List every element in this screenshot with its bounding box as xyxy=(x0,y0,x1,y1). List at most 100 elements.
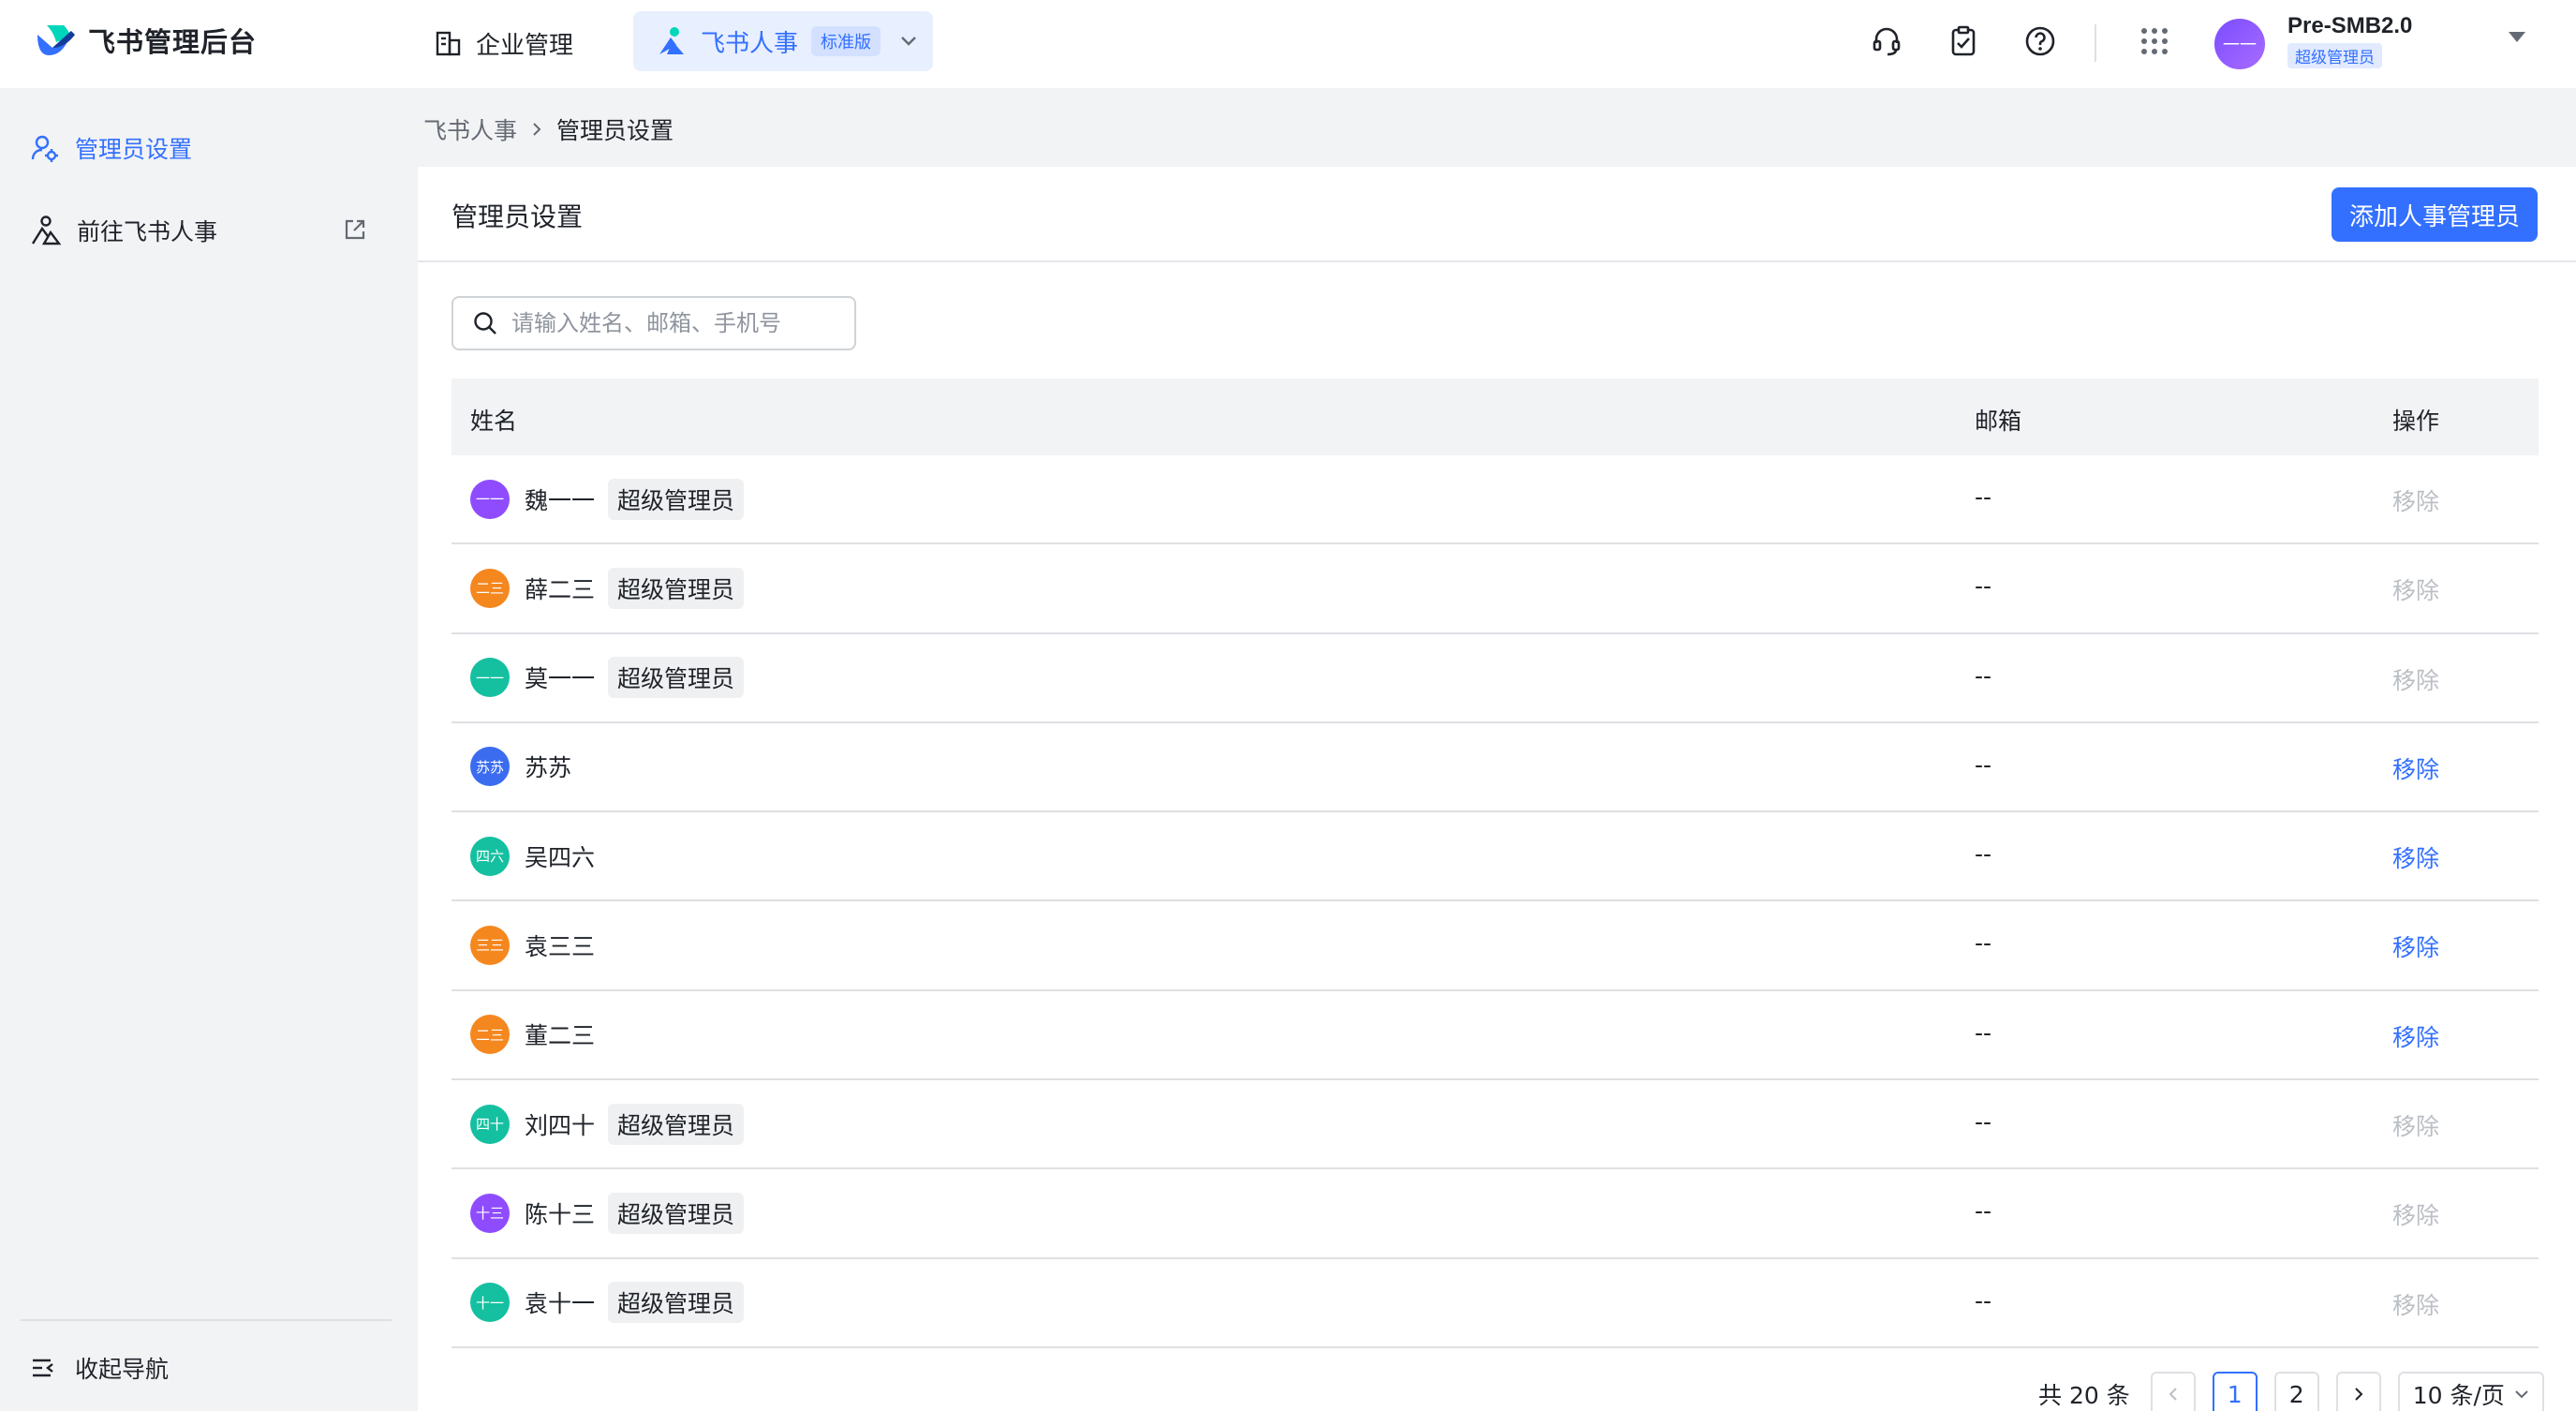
remove-button: 移除 xyxy=(2392,1202,2440,1230)
table-row: 四六 吴四六 -- 移除 xyxy=(452,812,2539,902)
breadcrumb-parent[interactable]: 飞书人事 xyxy=(423,112,517,146)
col-header-email: 邮箱 xyxy=(1975,408,2022,435)
role-tag: 超级管理员 xyxy=(608,1103,745,1145)
avatar: 十一 xyxy=(470,1283,510,1323)
collapse-nav-label: 收起导航 xyxy=(75,1356,170,1383)
user-name: 刘四十 xyxy=(525,1111,596,1139)
pagination: 共 20 条 1 2 10 条/页 xyxy=(2038,1372,2544,1411)
remove-button[interactable]: 移除 xyxy=(2392,929,2439,963)
sidebar-item-go-feishu-people[interactable]: 前往飞书人事 xyxy=(0,201,405,260)
sidebar-item-admin-settings[interactable]: 管理员设置 xyxy=(0,118,405,178)
chevron-down-icon xyxy=(901,37,916,46)
sidebar-item-label: 前往飞书人事 xyxy=(77,218,218,245)
app-name: 飞书人事 xyxy=(701,29,799,58)
page-button-2[interactable]: 2 xyxy=(2273,1372,2319,1411)
page-size-select[interactable]: 10 条/页 xyxy=(2397,1372,2544,1411)
cell-email: -- xyxy=(1975,572,1992,601)
cell-name: 三三 袁三三 xyxy=(470,901,595,988)
task-list-icon[interactable] xyxy=(1943,21,1984,62)
role-tag: 超级管理员 xyxy=(608,657,745,699)
user-name: 袁十一 xyxy=(525,1290,596,1318)
caret-down-icon[interactable] xyxy=(2509,32,2525,42)
role-tag: 超级管理员 xyxy=(608,478,745,520)
nav-enterprise-management[interactable]: 企业管理 xyxy=(435,21,573,66)
table-row: 二三 薛二三 超级管理员 -- 移除 xyxy=(452,544,2539,634)
people-app-icon xyxy=(31,215,62,245)
table-row: 一一 魏一一 超级管理员 -- 移除 xyxy=(452,455,2539,545)
remove-button: 移除 xyxy=(2392,666,2440,694)
remove-button: 移除 xyxy=(2392,577,2440,605)
cell-email: -- xyxy=(1975,1197,1992,1225)
tenant-name: Pre-SMB2.0 xyxy=(2287,13,2413,38)
search-box[interactable] xyxy=(452,296,856,350)
remove-button[interactable]: 移除 xyxy=(2392,840,2439,874)
table-row: 一一 莫一一 超级管理员 -- 移除 xyxy=(452,634,2539,723)
add-hr-admin-button[interactable]: 添加人事管理员 xyxy=(2332,187,2538,242)
avatar: 二三 xyxy=(470,1015,510,1055)
chevron-right-icon xyxy=(533,123,541,136)
remove-button: 移除 xyxy=(2392,1113,2440,1141)
sidebar-divider xyxy=(21,1319,392,1321)
top-bar: 飞书管理后台 企业管理 飞书人事 标准版 一一 Pre-SMB2.0 超级管理员 xyxy=(0,0,2576,88)
logo[interactable]: 飞书管理后台 xyxy=(34,21,257,60)
collapse-nav-button[interactable]: 收起导航 xyxy=(30,1351,169,1385)
user-name: 苏苏 xyxy=(525,754,572,782)
customer-service-icon[interactable] xyxy=(1866,21,1907,62)
cell-name: 四十 刘四十 超级管理员 xyxy=(470,1080,745,1167)
help-icon[interactable] xyxy=(2020,21,2061,62)
cell-name: 十三 陈十三 超级管理员 xyxy=(470,1169,745,1256)
pagination-total: 共 20 条 xyxy=(2038,1382,2130,1409)
building-icon xyxy=(436,31,461,56)
card-header: 管理员设置 添加人事管理员 xyxy=(418,167,2576,262)
col-header-name: 姓名 xyxy=(470,408,518,435)
header-divider xyxy=(2095,24,2096,62)
cell-email: -- xyxy=(1975,929,1992,958)
search-icon xyxy=(474,312,496,334)
user-avatar[interactable]: 一一 xyxy=(2214,19,2265,69)
table-body: 一一 魏一一 超级管理员 -- 移除 二三 薛二三 超级管理员 -- 移除 一一 莫一一 超级管理员 --… xyxy=(452,455,2539,1348)
avatar: 十三 xyxy=(470,1193,510,1233)
role-tag: 超级管理员 xyxy=(608,567,745,609)
logo-text: 飞书管理后台 xyxy=(88,26,258,58)
remove-button[interactable]: 移除 xyxy=(2392,1019,2439,1053)
search-input[interactable] xyxy=(511,310,849,336)
cell-name: 二三 董二三 xyxy=(470,991,595,1078)
main-card: 管理员设置 添加人事管理员 姓名 邮箱 操作 一一魏一一超级管理员--移除二三薛… xyxy=(418,167,2576,1411)
user-name: 吴四六 xyxy=(525,843,596,871)
table-header: 姓名 邮箱 操作 xyxy=(452,379,2539,455)
cell-email: -- xyxy=(1975,661,1992,690)
breadcrumb-current: 管理员设置 xyxy=(556,117,674,144)
remove-button: 移除 xyxy=(2392,1291,2440,1319)
page-button-1[interactable]: 1 xyxy=(2212,1372,2258,1411)
tenant-role-badge: 超级管理员 xyxy=(2287,43,2382,68)
cell-email: -- xyxy=(1975,1286,1992,1314)
cell-email: -- xyxy=(1975,1018,1992,1047)
feishu-logo-icon xyxy=(37,25,75,55)
feishu-people-icon xyxy=(659,27,684,54)
collapse-nav-icon xyxy=(33,1359,53,1377)
avatar: 一一 xyxy=(470,479,510,519)
table-row: 二三 董二三 -- 移除 xyxy=(452,991,2539,1081)
chevron-down-icon xyxy=(2515,1390,2528,1399)
cell-email: -- xyxy=(1975,840,1992,869)
avatar: 苏苏 xyxy=(470,747,510,787)
next-page-button[interactable] xyxy=(2335,1372,2381,1411)
avatar: 四六 xyxy=(470,836,510,876)
prev-page-button[interactable] xyxy=(2150,1372,2196,1411)
page-size-value: 10 条/页 xyxy=(2412,1382,2505,1409)
table-row: 四十 刘四十 超级管理员 -- 移除 xyxy=(452,1080,2539,1170)
table-row: 苏苏 苏苏 -- 移除 xyxy=(452,723,2539,813)
cell-name: 十一 袁十一 超级管理员 xyxy=(470,1259,745,1346)
app-switcher[interactable]: 飞书人事 标准版 xyxy=(633,11,933,71)
chevron-left-icon xyxy=(2169,1388,2177,1401)
app-grid-icon[interactable] xyxy=(2134,21,2175,62)
user-name: 莫一一 xyxy=(525,665,596,693)
cell-name: 苏苏 苏苏 xyxy=(470,723,571,810)
tenant-info[interactable]: Pre-SMB2.0 超级管理员 xyxy=(2287,13,2412,68)
user-name: 魏一一 xyxy=(525,486,596,514)
cell-name: 一一 魏一一 超级管理员 xyxy=(470,455,745,542)
edition-badge: 标准版 xyxy=(811,26,881,56)
remove-button[interactable]: 移除 xyxy=(2392,751,2439,785)
chevron-right-icon xyxy=(2355,1388,2363,1401)
remove-button: 移除 xyxy=(2392,488,2440,515)
